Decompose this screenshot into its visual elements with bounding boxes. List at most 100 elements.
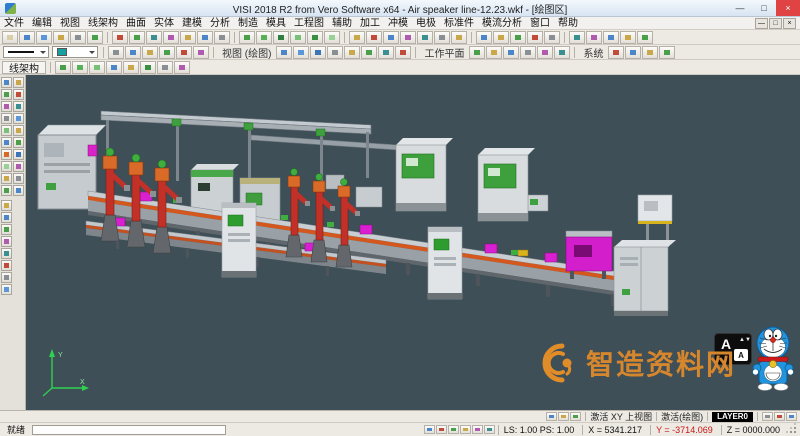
left-toolbar-icon[interactable]	[1, 212, 12, 223]
toolbar-icon[interactable]	[174, 61, 190, 74]
toolbar-icon[interactable]	[395, 46, 411, 59]
toolbar-icon[interactable]	[193, 46, 209, 59]
toolbar-icon[interactable]	[87, 31, 103, 44]
toolbar-icon[interactable]	[140, 61, 156, 74]
toolbar-icon[interactable]	[70, 31, 86, 44]
left-toolbar-icon[interactable]	[13, 101, 24, 112]
menu-item[interactable]: 模流分析	[478, 17, 526, 30]
toolbar-icon[interactable]	[108, 46, 124, 59]
toolbar-icon[interactable]	[55, 61, 71, 74]
menu-item[interactable]: 编辑	[28, 17, 56, 30]
toolbar-icon[interactable]	[659, 46, 675, 59]
toolbar-icon[interactable]	[53, 31, 69, 44]
toolbar-icon[interactable]	[569, 31, 585, 44]
left-toolbar-icon[interactable]	[1, 284, 12, 295]
left-toolbar-icon[interactable]	[1, 149, 12, 160]
left-toolbar-icon[interactable]	[1, 77, 12, 88]
menu-item[interactable]: 窗口	[526, 17, 554, 30]
left-toolbar-icon[interactable]	[1, 248, 12, 259]
left-toolbar-icon[interactable]	[1, 89, 12, 100]
left-toolbar-icon[interactable]	[1, 200, 12, 211]
menu-item[interactable]: 工程图	[290, 17, 328, 30]
snap-icon[interactable]	[472, 425, 483, 434]
toolbar-icon[interactable]	[469, 46, 485, 59]
toolbar-icon[interactable]	[451, 31, 467, 44]
toolbar-icon[interactable]	[486, 46, 502, 59]
toolbar-icon[interactable]	[417, 31, 433, 44]
menu-item[interactable]: 实体	[150, 17, 178, 30]
menu-item[interactable]: 曲面	[122, 17, 150, 30]
toolbar-icon[interactable]	[159, 46, 175, 59]
toolbar-icon[interactable]	[642, 46, 658, 59]
toolbar-icon[interactable]	[307, 31, 323, 44]
toolbar-icon[interactable]	[554, 46, 570, 59]
maximize-button[interactable]: □	[752, 0, 776, 16]
menu-item[interactable]: 辅助	[328, 17, 356, 30]
snap-icon[interactable]	[448, 425, 459, 434]
toolbar-icon[interactable]	[520, 46, 536, 59]
toolbar-icon[interactable]	[503, 46, 519, 59]
left-toolbar-icon[interactable]	[13, 161, 24, 172]
toolbar-icon[interactable]	[400, 31, 416, 44]
toolbar-icon[interactable]	[146, 31, 162, 44]
status-icon[interactable]	[570, 412, 581, 421]
toolbar-icon[interactable]	[176, 46, 192, 59]
toolbar-icon[interactable]	[106, 61, 122, 74]
toolbar-icon[interactable]	[273, 31, 289, 44]
close-button[interactable]: ×	[776, 0, 800, 16]
mdi-minimize-button[interactable]: —	[755, 18, 768, 29]
toolbar-icon[interactable]	[293, 46, 309, 59]
toolbar-icon[interactable]	[527, 31, 543, 44]
left-toolbar-icon[interactable]	[1, 272, 12, 283]
toolbar-icon[interactable]	[366, 31, 382, 44]
toolbar-icon[interactable]	[383, 31, 399, 44]
status-icon[interactable]	[558, 412, 569, 421]
toolbar-icon[interactable]	[112, 31, 128, 44]
left-toolbar-icon[interactable]	[13, 149, 24, 160]
toolbar-icon[interactable]	[310, 46, 326, 59]
left-toolbar-icon[interactable]	[1, 113, 12, 124]
toolbar-icon[interactable]	[544, 31, 560, 44]
menu-item[interactable]: 分析	[206, 17, 234, 30]
left-toolbar-icon[interactable]	[13, 77, 24, 88]
left-toolbar-icon[interactable]	[13, 137, 24, 148]
toolbar-icon[interactable]	[586, 31, 602, 44]
toolbar-icon[interactable]	[620, 31, 636, 44]
mdi-restore-button[interactable]: □	[769, 18, 782, 29]
toolbar-icon[interactable]	[89, 61, 105, 74]
left-toolbar-icon[interactable]	[1, 236, 12, 247]
toolbar-icon[interactable]	[349, 31, 365, 44]
toolbar-icon[interactable]	[327, 46, 343, 59]
toolbar-icon[interactable]	[36, 31, 52, 44]
toolbar-icon[interactable]	[19, 31, 35, 44]
toolbar-icon[interactable]	[344, 46, 360, 59]
toolbar-icon[interactable]	[125, 46, 141, 59]
snap-icon[interactable]	[424, 425, 435, 434]
command-input[interactable]	[32, 425, 226, 435]
toolbar-icon[interactable]	[72, 61, 88, 74]
status-icon[interactable]	[546, 412, 557, 421]
toolbar-icon[interactable]	[434, 31, 450, 44]
toolbar-icon[interactable]	[608, 46, 624, 59]
resize-grip[interactable]	[788, 425, 797, 434]
status-icon[interactable]	[786, 412, 797, 421]
menu-item[interactable]: 视图	[56, 17, 84, 30]
menu-item[interactable]: 加工	[356, 17, 384, 30]
menu-item[interactable]: 电极	[412, 17, 440, 30]
mdi-close-button[interactable]: ×	[783, 18, 796, 29]
toolbar-icon[interactable]	[637, 31, 653, 44]
menu-item[interactable]: 帮助	[554, 17, 582, 30]
left-toolbar-icon[interactable]	[13, 89, 24, 100]
toolbar-icon[interactable]	[197, 31, 213, 44]
toolbar-icon[interactable]	[476, 31, 492, 44]
left-toolbar-icon[interactable]	[13, 113, 24, 124]
menu-item[interactable]: 标准件	[440, 17, 478, 30]
minimize-button[interactable]: —	[728, 0, 752, 16]
menu-item[interactable]: 冲模	[384, 17, 412, 30]
layer-selector[interactable]: LAYER0	[712, 412, 753, 422]
toolbar-icon[interactable]	[214, 31, 230, 44]
toolbar-icon[interactable]	[180, 31, 196, 44]
toolbar-icon[interactable]	[378, 46, 394, 59]
left-toolbar-icon[interactable]	[13, 173, 24, 184]
color-combo[interactable]	[52, 46, 98, 58]
